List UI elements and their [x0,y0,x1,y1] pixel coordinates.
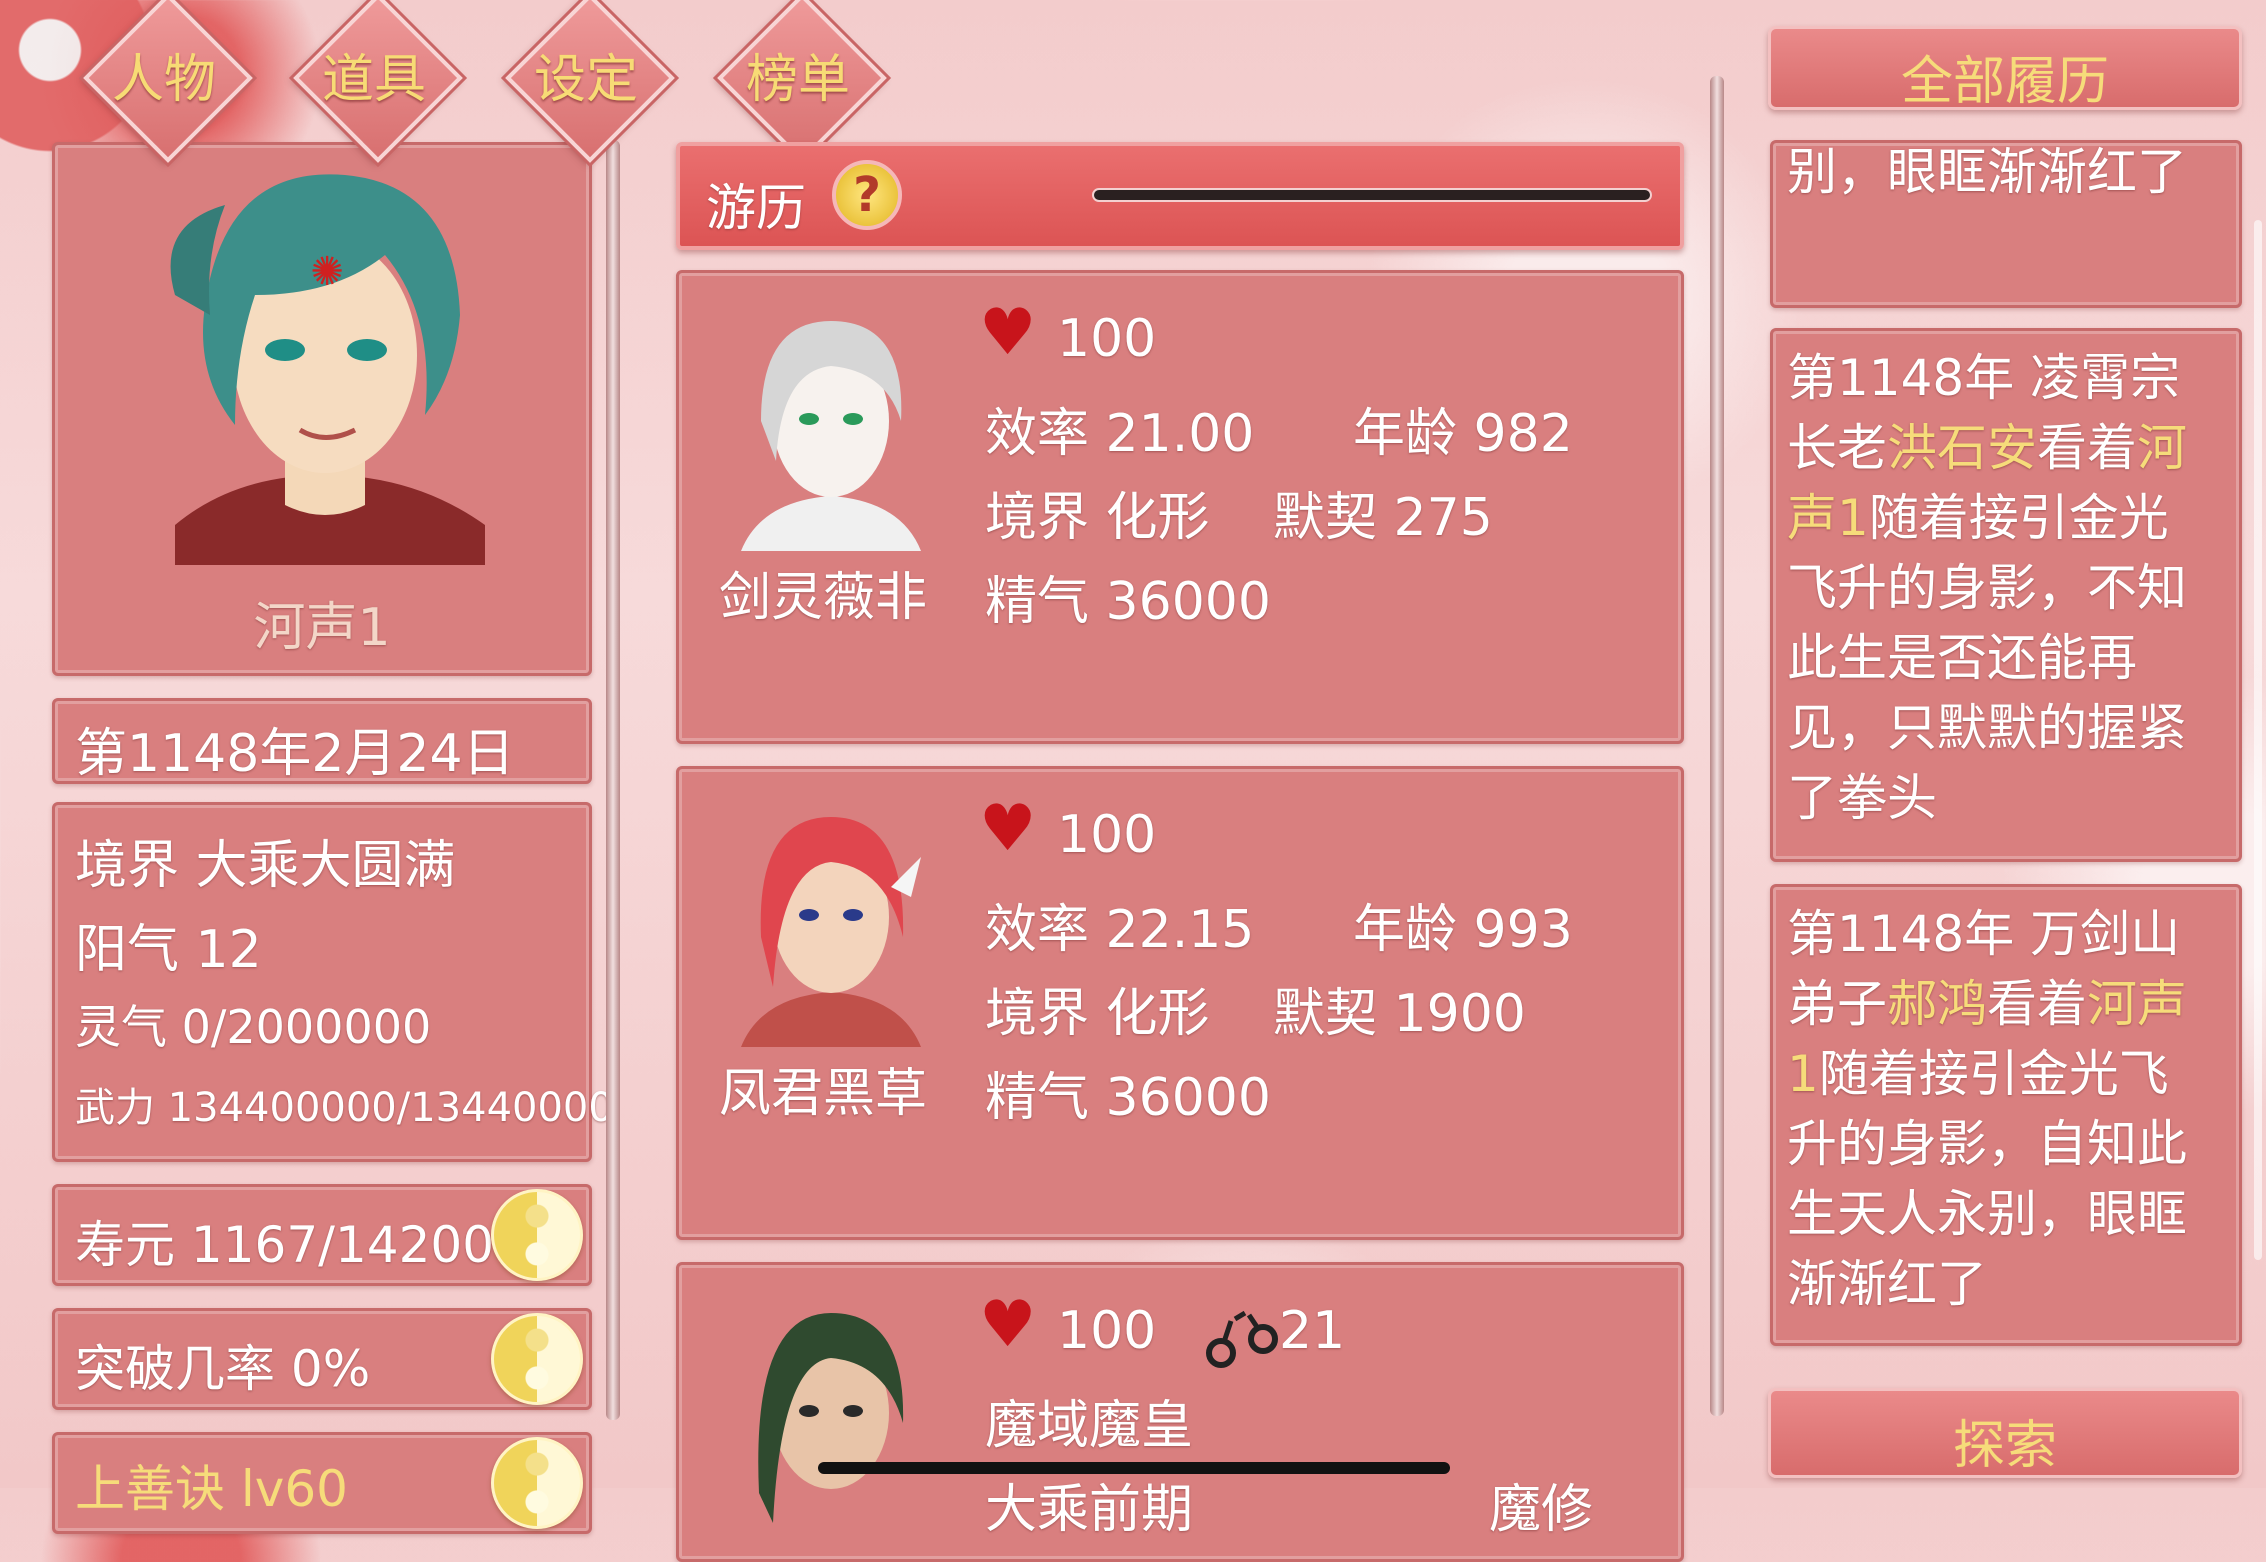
history-header[interactable]: 全部履历 [1768,26,2242,112]
companion-age: 年龄 982 [1353,404,1573,464]
game-date: 第1148年2月24日 [75,724,515,784]
qi-stat: 灵气 0/2000000 [75,1000,432,1054]
lifespan-stat: 寿元 1167/14200 [75,1216,495,1274]
tab-character[interactable]: 人物 [83,0,253,163]
middle-scrollbar[interactable] [1710,76,1724,1416]
history-entry-text: 第1148年 凌霄宗长老洪石安看着河声1随着接引金光飞升的身影，不知此生是否还能… [1787,343,2217,833]
companion-hp: 100 [1057,805,1157,865]
companion-realm: 大乘前期 [985,1480,1194,1540]
skill-stat: 上善诀 lv60 [75,1460,348,1518]
companion-realm: 境界 化形 [985,488,1210,548]
travel-bar[interactable]: 游历 ? [676,142,1684,250]
stats-panel: 境界 大乘大圆满 阳气 12 灵气 0/2000000 武力 134400000… [52,802,614,1162]
companion-hp: 100 [1057,1301,1157,1361]
home-indicator[interactable] [818,1462,1450,1474]
heart-icon: ♥ [979,1288,1037,1362]
breakthrough-stat: 突破几率 0% [75,1340,371,1398]
companion-card[interactable]: 剑灵薇非 ♥ 100 效率 21.00 年龄 982 境界 化形 默契 275 … [676,270,1684,744]
companion-portrait [758,1313,904,1523]
power-stat: 武力 134400000/13440000 [75,1085,614,1131]
history-text: 随着接引金光飞升的身影，自知此生天人永别，眼眶渐渐红了 [1787,1045,2187,1313]
yin-yang-icon[interactable] [491,1313,583,1405]
history-text: 看着 [1987,975,2087,1033]
companion-card[interactable]: ♥ 100 21 魔域魔皇 大乘前期 魔修 [676,1262,1684,1562]
history-entry-text: 第1148年 万剑山弟子郝鸿看着河声1随着接引金光飞升的身影，自知此生天人永别，… [1787,899,2217,1319]
history-text: 看着 [2037,419,2137,477]
character-portrait: ✺ [170,174,485,565]
history-text: 别，眼眶渐渐红了 [1787,143,2187,201]
history-name-highlight: 郝鸿 [1887,975,1987,1033]
companion-realm: 境界 化形 [985,984,1210,1044]
question-icon[interactable]: ? [832,160,902,230]
companion-bond: 默契 275 [1273,488,1493,548]
history-header-label: 全部履历 [1900,52,2109,112]
companion-portrait [741,321,921,551]
companion-portrait [741,817,921,1047]
yang-stat: 阳气 12 [75,920,262,980]
svg-text:✺: ✺ [310,249,344,295]
left-scrollbar[interactable] [606,140,620,1420]
heart-icon: ♥ [979,296,1037,370]
date-panel: 第1148年2月24日 [52,698,592,784]
history-entry: 别，眼眶渐渐红了 [1770,140,2242,308]
companion-cuffs: 21 [1279,1301,1346,1361]
skill-panel[interactable]: 上善诀 lv60 [52,1432,592,1534]
companion-card[interactable]: 凤君黑草 ♥ 100 效率 22.15 年龄 993 境界 化形 默契 1900… [676,766,1684,1240]
handcuffs-icon [1206,1310,1278,1368]
explore-label: 探索 [1952,1416,2057,1476]
companion-essence: 精气 36000 [985,572,1271,632]
breakthrough-panel[interactable]: 突破几率 0% [52,1308,592,1410]
companion-age: 年龄 993 [1353,900,1573,960]
lifespan-panel[interactable]: 寿元 1167/14200 [52,1184,592,1286]
companion-name: 凤君黑草 [719,1064,928,1124]
history-entry-text: 别，眼眶渐渐红了 [1787,137,2217,207]
companion-bond: 默契 1900 [1273,984,1526,1044]
heart-icon: ♥ [979,792,1037,866]
companion-path: 魔修 [1489,1480,1594,1540]
companion-essence: 精气 36000 [985,1068,1271,1128]
yin-yang-icon[interactable] [491,1189,583,1281]
history-name-highlight: 洪石安 [1887,419,2037,477]
tab-settings[interactable]: 设定 [505,0,675,163]
companion-name: 剑灵薇非 [719,568,928,628]
realm-stat: 境界 大乘大圆满 [75,836,456,896]
companion-efficiency: 效率 22.15 [985,900,1255,960]
travel-progress-track [1092,188,1652,202]
yin-yang-icon[interactable] [491,1437,583,1529]
travel-label: 游历 [706,179,806,237]
companion-efficiency: 效率 21.00 [985,404,1255,464]
portrait-panel: ✺ 河声1 [52,142,592,676]
companion-title: 魔域魔皇 [985,1396,1194,1456]
tab-rankings[interactable]: 榜单 [717,0,887,163]
tab-items[interactable]: 道具 [293,0,463,163]
companion-hp: 100 [1057,309,1157,369]
explore-button[interactable]: 探索 [1768,1388,2242,1478]
character-name: 河声1 [253,598,391,658]
right-scrollbar[interactable] [2254,220,2262,1260]
history-entry: 第1148年 凌霄宗长老洪石安看着河声1随着接引金光飞升的身影，不知此生是否还能… [1770,328,2242,862]
history-entry: 第1148年 万剑山弟子郝鸿看着河声1随着接引金光飞升的身影，自知此生天人永别，… [1770,884,2242,1346]
